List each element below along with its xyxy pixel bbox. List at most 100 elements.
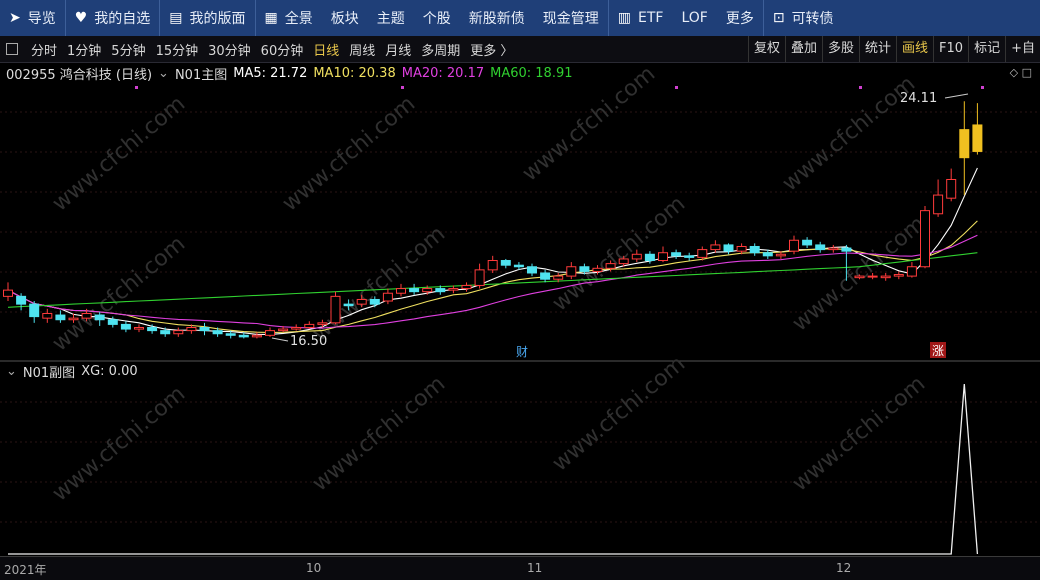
nav-item[interactable]: 板块 [322,0,368,36]
candle-body [671,252,682,257]
nav-item-label: 个股 [422,11,451,27]
candle-body [3,289,13,297]
nav-item[interactable]: ▤ 我的版面 [160,0,254,36]
candle-body [134,327,144,330]
candle-body [42,312,53,319]
period-tab[interactable]: 多周期 [416,40,465,59]
candle-body [605,263,616,269]
candle-body [500,260,511,266]
nav-item[interactable]: ➤ 导览 [0,0,65,36]
x-tick-label: 12 [836,561,852,575]
period-tab[interactable]: 5分钟 [106,40,150,59]
candle-body [697,249,708,258]
watermark-text: www.cfchi.com [778,71,920,196]
toolbar-button[interactable]: F10 [933,36,968,62]
x-tick-label: 11 [527,561,543,575]
x-axis: 2021年 10 11 12 [0,556,1040,580]
chevron-down-icon[interactable]: ⌄ [6,364,17,379]
kline-chart[interactable]: www.cfchi.com www.cfchi.com www.cfchi.com w… [0,62,1040,556]
nav-item-label: 我的版面 [189,11,246,27]
candle-body [55,314,66,321]
nav-item[interactable]: 主题 [368,0,414,36]
candle-body [723,244,734,252]
nav-item[interactable]: ⊡ 可转债 [764,0,843,36]
nav-item[interactable]: 新股新债 [460,0,534,36]
period-tab[interactable]: 1分钟 [62,40,106,59]
panorama-icon: ▦ [264,10,278,26]
candle-body [291,327,302,330]
candle-body [251,334,262,338]
nav-item[interactable]: ♥ 我的自选 [66,0,160,36]
top-marker [859,86,862,89]
top-marker [401,86,404,89]
candle-body [81,312,92,319]
toolbar-button[interactable]: 叠加 [784,36,822,62]
nav-item[interactable]: 个股 [414,0,460,36]
candle-body [356,298,367,305]
toolbar-button[interactable]: 多股 [822,36,859,62]
candle-body [435,288,446,293]
nav-item-label: 可转债 [791,11,834,27]
candle-body [513,264,524,268]
toolbar-button[interactable]: 统计 [859,36,896,62]
toolbar-right-buttons: 复权 叠加 多股 统计 画线 F10 标记 +自 [747,36,1040,62]
candle-body [120,323,131,330]
top-navigation: ➤ 导览 ♥ 我的自选 ▤ 我的版面 ▦ 全景 板块 主题 个股 新股新债 现金管理 ▥ ETF LOF 更多 ⊡… [0,0,1040,36]
candle-body [474,269,485,286]
toolbar-button[interactable]: 画线 [896,36,933,62]
period-tab[interactable]: 15分钟 [151,40,204,59]
top-marker [135,86,138,89]
low-price-pointer [271,337,289,342]
layout-icon: ▤ [169,10,183,26]
period-tab[interactable]: 日线 [308,40,344,59]
candle-body [186,327,197,332]
nav-item-label: 更多 [725,11,754,27]
candle-body [775,253,786,257]
period-tab[interactable]: 月线 [380,40,416,59]
toolbar-button[interactable]: +自 [1005,36,1040,62]
candle-body [579,266,590,272]
watermark-text: www.cfchi.com [278,91,420,216]
period-tab[interactable]: 更多 〉 [465,40,518,59]
watermark-text: www.cfchi.com [518,62,660,187]
candle-body [906,266,917,277]
nav-item-label: 现金管理 [542,11,599,27]
low-price-label: 16.50 [290,334,327,349]
nav-item[interactable]: ▥ ETF [609,0,673,36]
nav-item[interactable]: 现金管理 [534,0,608,36]
candle-body [369,298,380,305]
candle-body [815,244,826,251]
x-tick-label: 10 [306,561,322,575]
candle-body [972,124,983,152]
candle-body [160,330,171,335]
period-tab[interactable]: 30分钟 [203,40,256,59]
candle-body [658,252,668,262]
nav-item-label: 导览 [27,11,56,27]
watermark-text: www.cfchi.com [548,351,690,476]
toolbar-button[interactable]: 标记 [968,36,1005,62]
nav-item[interactable]: ▦ 全景 [256,0,322,36]
candle-body [173,330,184,335]
finance-marker: 财 [516,345,528,359]
candle-body [317,322,328,325]
panel-toggle-icon[interactable] [6,43,18,55]
nav-item[interactable]: 更多 [717,0,763,36]
sub-indicator-name[interactable]: N01副图 [23,362,75,381]
candle-body [540,272,551,280]
candle-body [107,319,118,325]
nav-item[interactable]: LOF [672,0,716,36]
period-tab[interactable]: 60分钟 [256,40,309,59]
period-tab[interactable]: 分时 [26,40,62,59]
candle-body [959,129,970,159]
nav-item-label: 全景 [284,11,313,27]
candle-body [199,327,210,332]
bar-chart-icon: ▥ [617,10,631,26]
period-tab[interactable]: 周线 [344,40,380,59]
candle-body [762,252,773,257]
watermark-text: www.cfchi.com [48,231,190,356]
nav-item-label: 我的自选 [94,11,151,27]
candle-body [29,303,40,318]
toolbar-button[interactable]: 复权 [747,36,785,62]
candle-body [841,247,852,252]
high-price-label: 24.11 [900,91,937,106]
